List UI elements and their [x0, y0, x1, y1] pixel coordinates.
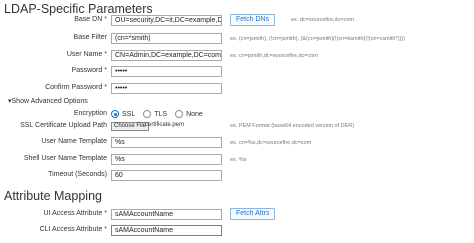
base-dn-hint: ex. dc=sourcefire,dc=com: [291, 17, 354, 23]
user-name-template-input[interactable]: %s: [111, 137, 222, 148]
base-dn-input[interactable]: OU=security,DC=it,DC=example,DC: [111, 15, 222, 26]
encryption-option-none[interactable]: None: [175, 110, 203, 118]
ldap-section-title: LDAP-Specific Parameters: [4, 2, 153, 16]
choose-file-button[interactable]: Choose File: [111, 122, 150, 131]
tls-radio[interactable]: [143, 110, 152, 118]
user-name-label: User Name *: [66, 51, 107, 58]
cli-access-attribute-input[interactable]: sAMAccountName: [111, 225, 222, 236]
timeout-input[interactable]: 60: [111, 170, 222, 181]
confirm-password-input[interactable]: •••••: [111, 83, 222, 94]
base-filter-label: Base Filter: [73, 34, 107, 41]
base-filter-hint: ex. (cn=jsmith), (!cn=jsmith), (&(cn=jsm…: [230, 36, 405, 42]
cli-access-attribute-label: CLI Access Attribute *: [39, 226, 107, 233]
fetch-dns-button[interactable]: Fetch DNs: [230, 14, 276, 26]
ssl-cert-filename: certificate.pem: [145, 122, 185, 128]
encryption-option-ssl[interactable]: SSL: [111, 110, 135, 118]
encryption-label: Encryption: [73, 110, 107, 117]
confirm-password-label: Confirm Password *: [45, 84, 107, 91]
password-input[interactable]: •••••: [111, 66, 222, 77]
password-label: Password *: [71, 67, 107, 74]
encryption-option-tls[interactable]: TLS: [143, 110, 167, 118]
user-name-template-label: User Name Template: [41, 138, 107, 145]
base-dn-label: Base DN *: [74, 16, 107, 23]
encryption-options: SSL TLS None: [111, 110, 211, 118]
base-filter-input[interactable]: (cn=*smith): [111, 33, 222, 44]
fetch-attrs-button[interactable]: Fetch Attrs: [230, 208, 276, 220]
shell-user-name-template-hint: ex. %s: [230, 157, 247, 163]
ssl-cert-label: SSL Certificate Upload Path: [20, 122, 107, 129]
user-name-template-hint: ex. cn=%s,dc=sourcefire,dc=com: [230, 140, 312, 146]
ui-access-attribute-input[interactable]: sAMAccountName: [111, 209, 222, 220]
show-advanced-options-toggle[interactable]: ▾Show Advanced Options: [8, 97, 88, 105]
shell-user-name-template-input[interactable]: %s: [111, 154, 222, 165]
attribute-mapping-title: Attribute Mapping: [4, 189, 102, 203]
none-radio[interactable]: [175, 110, 184, 118]
user-name-input[interactable]: CN=Admin,DC=example,DC=com: [111, 50, 222, 61]
timeout-label: Timeout (Seconds): [48, 171, 107, 178]
user-name-hint: ex. cn=jsmith,dc=sourcefire,dc=com: [230, 53, 318, 59]
ui-access-attribute-label: UI Access Attribute *: [43, 210, 107, 217]
shell-user-name-template-label: Shell User Name Template: [23, 155, 107, 162]
ssl-radio[interactable]: [111, 110, 119, 118]
ssl-cert-hint: ex. PEM Format (base64 encoded version o…: [230, 123, 355, 129]
